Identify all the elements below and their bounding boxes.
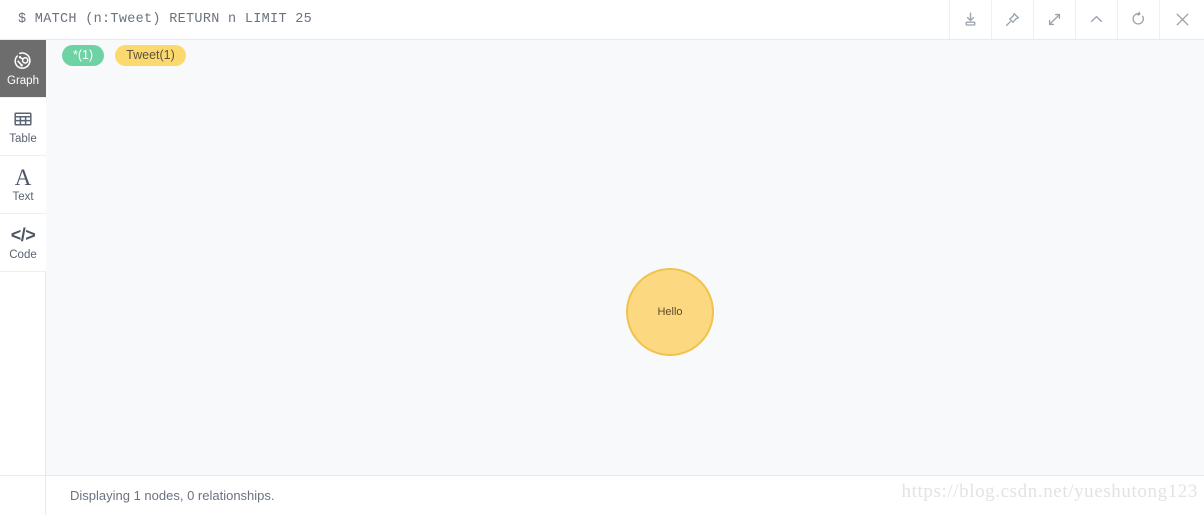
result-body: Graph Table A Text </> Code *(1) Tweet(1… — [0, 40, 1204, 475]
table-icon — [11, 107, 35, 131]
graph-stage: Hello — [46, 40, 1204, 475]
graph-legend: *(1) Tweet(1) — [62, 45, 186, 66]
graph-node-caption: Hello — [657, 305, 683, 318]
text-icon: A — [14, 164, 32, 190]
graph-canvas[interactable]: *(1) Tweet(1) Hello — [46, 40, 1204, 475]
editor-action-buttons — [950, 0, 1204, 39]
chevron-up-icon — [1088, 11, 1105, 28]
query-editor-bar: $ MATCH (n:Tweet) RETURN n LIMIT 25 — [0, 0, 1204, 40]
watermark: https://blog.csdn.net/yueshutong123 — [901, 481, 1198, 502]
sidebar-item-graph[interactable]: Graph — [0, 40, 46, 98]
expand-button[interactable] — [1034, 0, 1076, 39]
sidebar-item-label: Code — [9, 249, 37, 262]
sidebar-item-label: Text — [12, 191, 34, 204]
sidebar-item-table[interactable]: Table — [0, 98, 46, 156]
close-icon — [1173, 10, 1192, 29]
legend-pill-tweet[interactable]: Tweet(1) — [115, 45, 186, 66]
neo4j-browser-result-frame: $ MATCH (n:Tweet) RETURN n LIMIT 25 Grap… — [0, 0, 1204, 515]
pin-button[interactable] — [992, 0, 1034, 39]
view-mode-sidebar: Graph Table A Text </> Code — [0, 40, 46, 475]
graph-node[interactable]: Hello — [626, 268, 714, 356]
expand-icon — [1046, 11, 1063, 28]
close-button[interactable] — [1160, 0, 1204, 39]
status-text: Displaying 1 nodes, 0 relationships. — [70, 488, 275, 503]
refresh-icon — [1130, 11, 1147, 28]
legend-pill-all[interactable]: *(1) — [62, 45, 105, 66]
refresh-button[interactable] — [1118, 0, 1160, 39]
download-button[interactable] — [950, 0, 992, 39]
sidebar-item-text[interactable]: A Text — [0, 156, 46, 214]
status-bar-gutter — [0, 476, 46, 515]
sidebar-item-label: Graph — [7, 75, 39, 88]
query-text: $ MATCH (n:Tweet) RETURN n LIMIT 25 — [18, 12, 313, 27]
collapse-button[interactable] — [1076, 0, 1118, 39]
pin-icon — [1004, 11, 1021, 28]
code-icon: </> — [10, 225, 36, 246]
sidebar-item-label: Table — [9, 133, 37, 146]
download-icon — [962, 11, 979, 28]
query-display[interactable]: $ MATCH (n:Tweet) RETURN n LIMIT 25 — [0, 0, 950, 39]
graph-icon — [11, 49, 35, 73]
sidebar-item-code[interactable]: </> Code — [0, 214, 46, 272]
